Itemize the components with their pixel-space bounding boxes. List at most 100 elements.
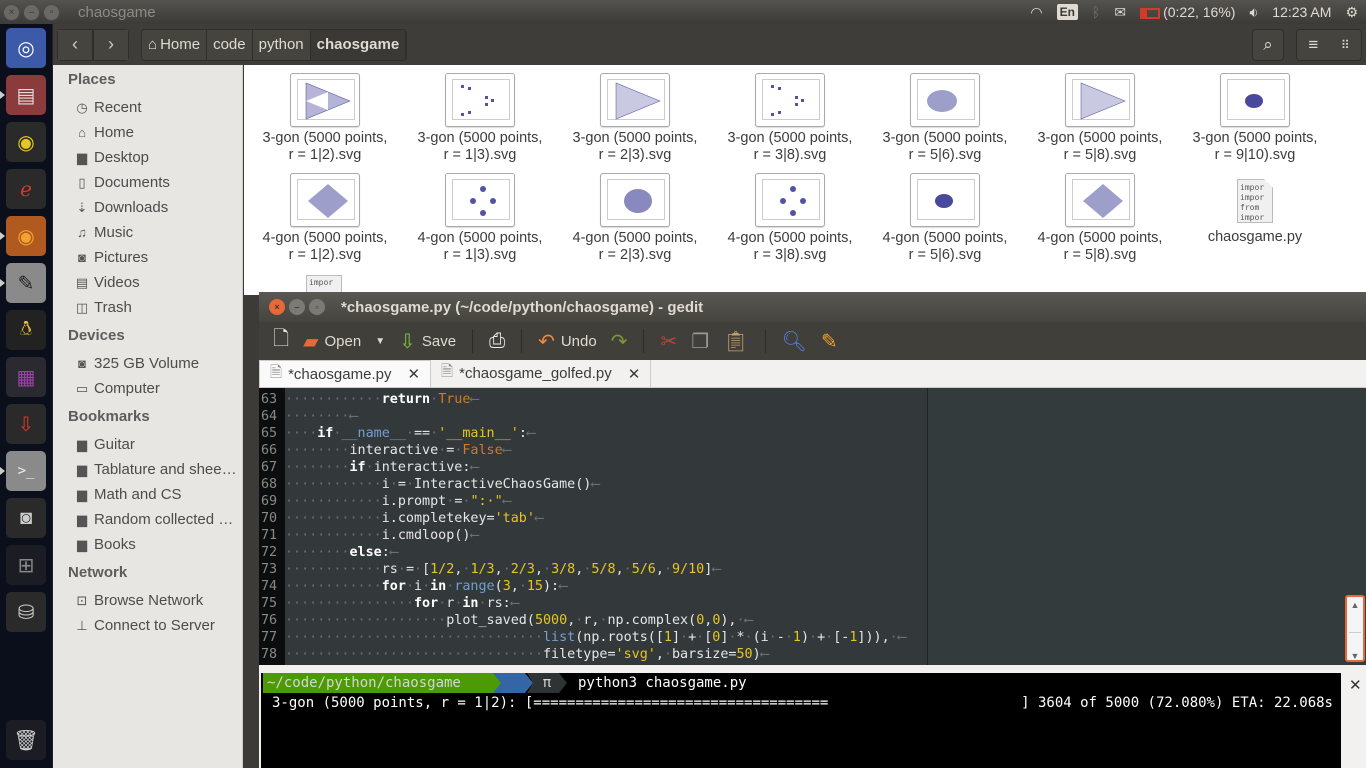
file-item[interactable]: 4-gon (5000 points, r = 1|2).svg [250,165,400,264]
sidebar-item-browse-network[interactable]: ⊡ Browse Network [75,592,204,609]
cut-button[interactable]: ✂ [656,329,681,354]
sidebar-item-home[interactable]: ⌂ Home [75,124,134,141]
code-token: · [768,630,777,645]
launcher-document-viewer[interactable]: ℯ [6,169,46,209]
scroll-up-icon[interactable]: ▲ [1347,600,1363,610]
file-item[interactable]: 3-gon (5000 points, r = 9|10).svg [1180,65,1330,164]
file-item[interactable]: 3-gon (5000 points, r = 2|3).svg [560,65,710,164]
forward-button[interactable]: › [93,28,129,61]
sidebar-item-random-collected[interactable]: ▆ Random collected … [75,511,233,528]
file-name-cont: r = 3|8).svg [753,147,827,163]
gedit-window: × – ▫ *chaosgame.py (~/code/python/chaos… [259,292,1366,665]
sidebar-item-guitar[interactable]: ▆ Guitar [75,436,135,453]
print-button[interactable]: ⎙ [485,330,509,353]
code-token: 'svg' [615,647,656,662]
sidebar-item-recent[interactable]: ◷ Recent [75,99,141,116]
new-document-button[interactable]: 🗋︎ [269,324,293,358]
breadcrumb-code[interactable]: code [207,29,253,60]
minimize-window-button[interactable]: – [23,3,40,21]
breadcrumb-python[interactable]: python [252,29,311,60]
file-item[interactable]: 4-gon (5000 points, r = 2|3).svg [560,165,710,264]
running-indicator [0,232,5,240]
launcher-firefox[interactable]: ◉ [6,216,46,256]
launcher-software-install[interactable]: ⇩ [6,404,46,444]
bluetooth-icon[interactable]: ᛒ [1092,4,1100,20]
keyboard-layout-indicator[interactable]: En [1056,4,1078,20]
redo-button[interactable]: ↷ [607,329,632,354]
search-button[interactable]: ⌕ [1252,28,1284,61]
mail-icon[interactable]: ✉ [1114,4,1126,21]
file-item[interactable]: 3-gon (5000 points, r = 5|6).svg [870,65,1020,164]
close-tab-icon[interactable]: ✕ [628,365,641,383]
breadcrumb-chaosgame[interactable]: chaosgame [310,29,407,60]
tab-chaosgamepy[interactable]: 🗎︎ *chaosgame.py ✕ [259,360,432,387]
copy-button[interactable]: ❐ [687,329,713,354]
close-window-button[interactable]: × [3,3,20,21]
file-item[interactable]: 4-gon (5000 points, r = 5|8).svg [1025,165,1175,264]
launcher-app-purple[interactable]: ▦ [6,357,46,397]
sidebar-item-music[interactable]: ♫ Music [75,224,133,241]
sidebar-item-books[interactable]: ▆ Books [75,536,136,553]
sidebar-item-pictures[interactable]: ◙ Pictures [75,249,148,266]
sidebar-item-trash[interactable]: ◫ Trash [75,299,132,316]
scroll-down-icon[interactable]: ▼ [1347,651,1363,661]
sidebar-item-connect-to-server[interactable]: ⊥ Connect to Server [75,617,215,634]
sidebar-item-downloads[interactable]: ⇣ Downloads [75,199,169,216]
launcher-shotwell[interactable]: ◙ [6,498,46,538]
find-button[interactable]: 🔍︎ [778,329,811,354]
file-item[interactable]: 4-gon (5000 points, r = 1|3).svg [405,165,555,264]
undo-button[interactable]: ↶ Undo [534,329,601,354]
battery-indicator[interactable]: (0:22, 16%) [1140,4,1235,20]
sidebar-item-tablature-and-shee[interactable]: ▆ Tablature and shee… [75,461,237,478]
firefox-icon: ◉ [17,225,35,248]
launcher-tux-guitar[interactable]: 🐧︎ [6,310,46,350]
file-item[interactable]: impor impor from impor chaosgame.py [1180,165,1330,246]
code-token: · [518,579,527,594]
file-item[interactable]: 3-gon (5000 points, r = 1|2).svg [250,65,400,164]
launcher-gedit[interactable]: ✎ [6,263,46,303]
sidebar-item-documents[interactable]: ▯ Documents [75,174,169,191]
launcher-ubuntu-dash[interactable]: ◎ [6,28,46,68]
sidebar-item-videos[interactable]: ▤ Videos [75,274,140,291]
back-button[interactable]: ‹ [57,28,93,61]
find-replace-button[interactable]: ✎ [817,329,842,354]
sidebar-item-325-gb-volume[interactable]: ◙ 325 GB Volume [75,355,199,372]
volume-icon[interactable]: 🔉︎ [1249,4,1258,21]
gedit-maximize-button[interactable]: ▫ [309,299,325,315]
close-panel-button[interactable]: ✕ [1349,676,1362,694]
breadcrumb-home[interactable]: ⌂ Home [142,29,208,60]
sidebar-item-desktop[interactable]: ▆ Desktop [75,149,149,166]
tab-chaosgame-golfedpy[interactable]: 🗎︎ *chaosgame_golfed.py ✕ [431,360,652,387]
sidebar-item-computer[interactable]: ▭ Computer [75,380,160,397]
launcher-files[interactable]: ▤ [6,75,46,115]
grid-view-icon[interactable]: ⠿ [1341,38,1350,52]
editor-scrollbar[interactable]: ▲ ▼ [1345,595,1365,662]
launcher-trash[interactable]: 🗑︎ [6,720,46,760]
gedit-close-button[interactable]: × [269,299,285,315]
list-view-menu-icon[interactable]: ≡ [1308,35,1318,55]
launcher-drive[interactable]: ⛁ [6,592,46,632]
close-tab-icon[interactable]: ✕ [407,365,420,383]
launcher-rhythmbox[interactable]: ◉ [6,122,46,162]
file-item[interactable]: 3-gon (5000 points, r = 1|3).svg [405,65,555,164]
file-item[interactable]: 4-gon (5000 points, r = 3|8).svg [715,165,865,264]
file-item[interactable]: 4-gon (5000 points, r = 5|6).svg [870,165,1020,264]
code-editor[interactable]: 63 ············return·True⟵ 64 ········⟵ 65 ·… [259,388,927,665]
file-item[interactable]: 3-gon (5000 points, r = 3|8).svg [715,65,865,164]
gedit-minimize-button[interactable]: – [289,299,305,315]
power-icon[interactable]: ⚙ [1345,4,1358,21]
save-button[interactable]: ⇩ Save [395,329,460,354]
sidebar-item-math-and-cs[interactable]: ▆ Math and CS [75,486,182,503]
clock[interactable]: 12:23 AM [1272,4,1331,20]
file-item[interactable]: 3-gon (5000 points, r = 5|8).svg [1025,65,1175,164]
embedded-terminal[interactable]: ~/code/python/chaosgame π python3 chaosg… [261,673,1341,768]
paste-button[interactable]: 📋︎ [719,329,752,354]
launcher-workspace-switcher[interactable]: ⊞ [6,545,46,585]
open-button[interactable]: ▰ Open [299,329,365,354]
open-dropdown-button[interactable]: ▼ [371,336,389,347]
maximize-window-button[interactable]: ▫ [43,3,60,21]
wifi-icon[interactable]: ◠ [1030,4,1042,21]
indent-whitespace: ············ [285,511,382,526]
editor-empty-area[interactable] [928,388,1366,665]
launcher-terminal[interactable]: >_ [6,451,46,491]
